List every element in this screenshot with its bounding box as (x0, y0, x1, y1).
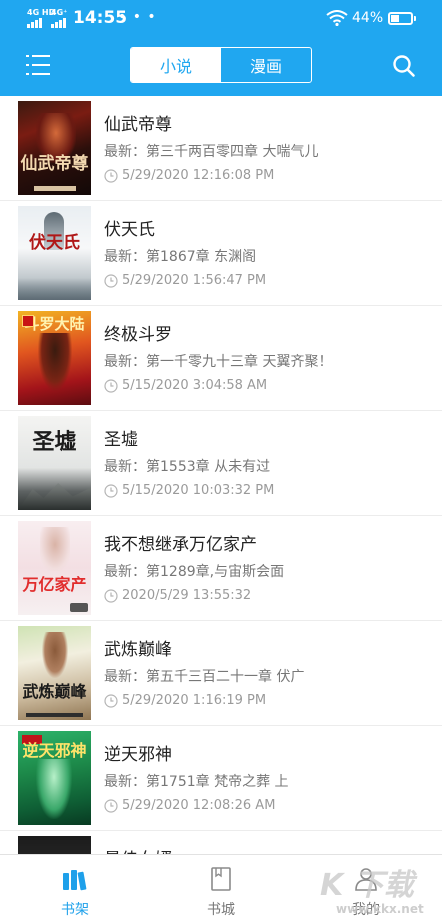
category-segmented-control: 小说 漫画 (130, 47, 312, 83)
nav-bookshelf[interactable]: 书架 (15, 855, 135, 923)
book-latest-chapter: 最新：第1751章 梵帝之葬 上 (104, 774, 289, 790)
book-cover: 万亿家产 (18, 521, 91, 615)
book-cover: 武炼巅峰 (18, 626, 91, 720)
clock-icon (104, 483, 118, 498)
bookshelf-list: 仙武帝尊 仙武帝尊 最新：第三千两百零四章 大喘气儿 5/29/2020 12:… (0, 96, 442, 854)
book-title: 圣墟 (104, 430, 138, 450)
book-title: 仙武帝尊 (104, 115, 172, 135)
book-title: 武炼巅峰 (104, 640, 172, 660)
bookshelf-icon (63, 870, 87, 891)
book-cover: 仙武帝尊 (18, 101, 91, 195)
book-update-time: 5/29/2020 12:16:08 PM (104, 168, 274, 183)
book-row[interactable]: 斗罗大陆 终极斗罗 最新：第一千零九十三章 天翼齐聚！ 5/15/2020 3:… (0, 306, 442, 411)
search-icon[interactable] (391, 53, 417, 79)
book-time-text: 5/29/2020 1:16:19 PM (122, 693, 267, 708)
book-update-time: 5/29/2020 12:08:26 AM (104, 798, 275, 813)
clock-icon (104, 168, 118, 183)
battery-level (391, 15, 399, 22)
book-time-text: 5/15/2020 3:04:58 AM (122, 378, 268, 393)
book-cover: 圣墟 (18, 416, 91, 510)
clock-icon (104, 273, 118, 288)
clock-icon (104, 798, 118, 813)
status-bar: 4G HD 4G⁺ 14:55 • • • 44% (0, 0, 442, 36)
clock-icon (104, 588, 118, 603)
nav-bookstore[interactable]: 书城 (161, 855, 281, 923)
book-row[interactable]: 逆天邪神 逆天邪神 最新：第1751章 梵帝之葬 上 5/29/2020 12:… (0, 726, 442, 831)
book-latest-chapter: 最新：第1553章 从未有过 (104, 459, 271, 475)
clock-icon (104, 378, 118, 393)
book-cover: 伏天氏 (18, 206, 91, 300)
app-header: 4G HD 4G⁺ 14:55 • • • 44% 小说 漫画 (0, 0, 442, 96)
book-cover-title: 圣墟 (32, 429, 77, 455)
battery-percent: 44% (352, 10, 384, 26)
book-update-time: 5/15/2020 10:03:32 PM (104, 483, 274, 498)
book-row[interactable]: 仙武帝尊 仙武帝尊 最新：第三千两百零四章 大喘气儿 5/29/2020 12:… (0, 96, 442, 201)
nav-label: 书城 (207, 902, 235, 918)
book-row[interactable]: 圣墟 圣墟 最新：第1553章 从未有过 5/15/2020 10:03:32 … (0, 411, 442, 516)
book-title: 逆天邪神 (104, 745, 172, 765)
book-cover-title: 逆天邪神 (22, 741, 87, 760)
book-cover: 逆天邪神 (18, 731, 91, 825)
book-latest-chapter: 最新：第1289章,与宙斯会面 (104, 564, 285, 580)
book-row[interactable]: 最佳女婿 (0, 831, 442, 854)
book-update-time: 5/15/2020 3:04:58 AM (104, 378, 267, 393)
book-time-text: 5/29/2020 12:16:08 PM (122, 168, 275, 183)
nav-label: 书架 (61, 902, 89, 918)
book-cover-title: 仙武帝尊 (20, 154, 89, 174)
book-cover (18, 836, 91, 854)
book-latest-chapter: 最新：第五千三百二十一章 伏广 (104, 669, 305, 685)
signal-label-2: 4G⁺ (51, 8, 68, 17)
book-latest-chapter: 最新：第1867章 东渊阁 (104, 249, 257, 265)
book-time-text: 5/29/2020 12:08:26 AM (122, 798, 276, 813)
signal-bars-icon (51, 18, 67, 28)
book-cover-title: 万亿家产 (22, 575, 87, 594)
watermark: K 下载 www.kkx.net (318, 858, 440, 922)
book-latest-chapter: 最新：第一千零九十三章 天翼齐聚！ (104, 354, 333, 370)
notification-dots: • • • (118, 9, 157, 25)
wifi-icon (326, 10, 348, 26)
book-title: 伏天氏 (104, 220, 155, 240)
book-latest-chapter: 最新：第三千两百零四章 大喘气儿 (104, 144, 319, 160)
book-time-text: 5/29/2020 1:56:47 PM (122, 273, 267, 288)
tab-comics[interactable]: 漫画 (221, 48, 311, 82)
hamburger-menu-icon[interactable] (26, 53, 54, 77)
book-row[interactable]: 万亿家产 我不想继承万亿家产 最新：第1289章,与宙斯会面 2020/5/29… (0, 516, 442, 621)
book-time-text: 2020/5/29 13:55:32 (122, 588, 252, 603)
clock-icon (104, 693, 118, 708)
battery-icon (388, 12, 416, 25)
book-icon (211, 867, 231, 891)
book-update-time: 5/29/2020 1:16:19 PM (104, 693, 266, 708)
book-row[interactable]: 伏天氏 伏天氏 最新：第1867章 东渊阁 5/29/2020 1:56:47 … (0, 201, 442, 306)
watermark-brand: K 下载 (320, 868, 414, 903)
book-title: 最佳女婿 (104, 845, 172, 854)
book-title: 我不想继承万亿家产 (104, 535, 257, 555)
tab-novels[interactable]: 小说 (131, 48, 221, 82)
watermark-url: www.kkx.net (336, 902, 424, 916)
book-cover-title: 武炼巅峰 (22, 682, 87, 701)
book-update-time: 2020/5/29 13:55:32 (104, 588, 251, 603)
signal-indicator-2: 4G⁺ (51, 9, 67, 28)
book-title: 终极斗罗 (104, 325, 172, 345)
book-cover-title: 伏天氏 (29, 233, 80, 253)
book-update-time: 5/29/2020 1:56:47 PM (104, 273, 266, 288)
book-cover: 斗罗大陆 (18, 311, 91, 405)
book-row[interactable]: 武炼巅峰 武炼巅峰 最新：第五千三百二十一章 伏广 5/29/2020 1:16… (0, 621, 442, 726)
book-time-text: 5/15/2020 10:03:32 PM (122, 483, 275, 498)
